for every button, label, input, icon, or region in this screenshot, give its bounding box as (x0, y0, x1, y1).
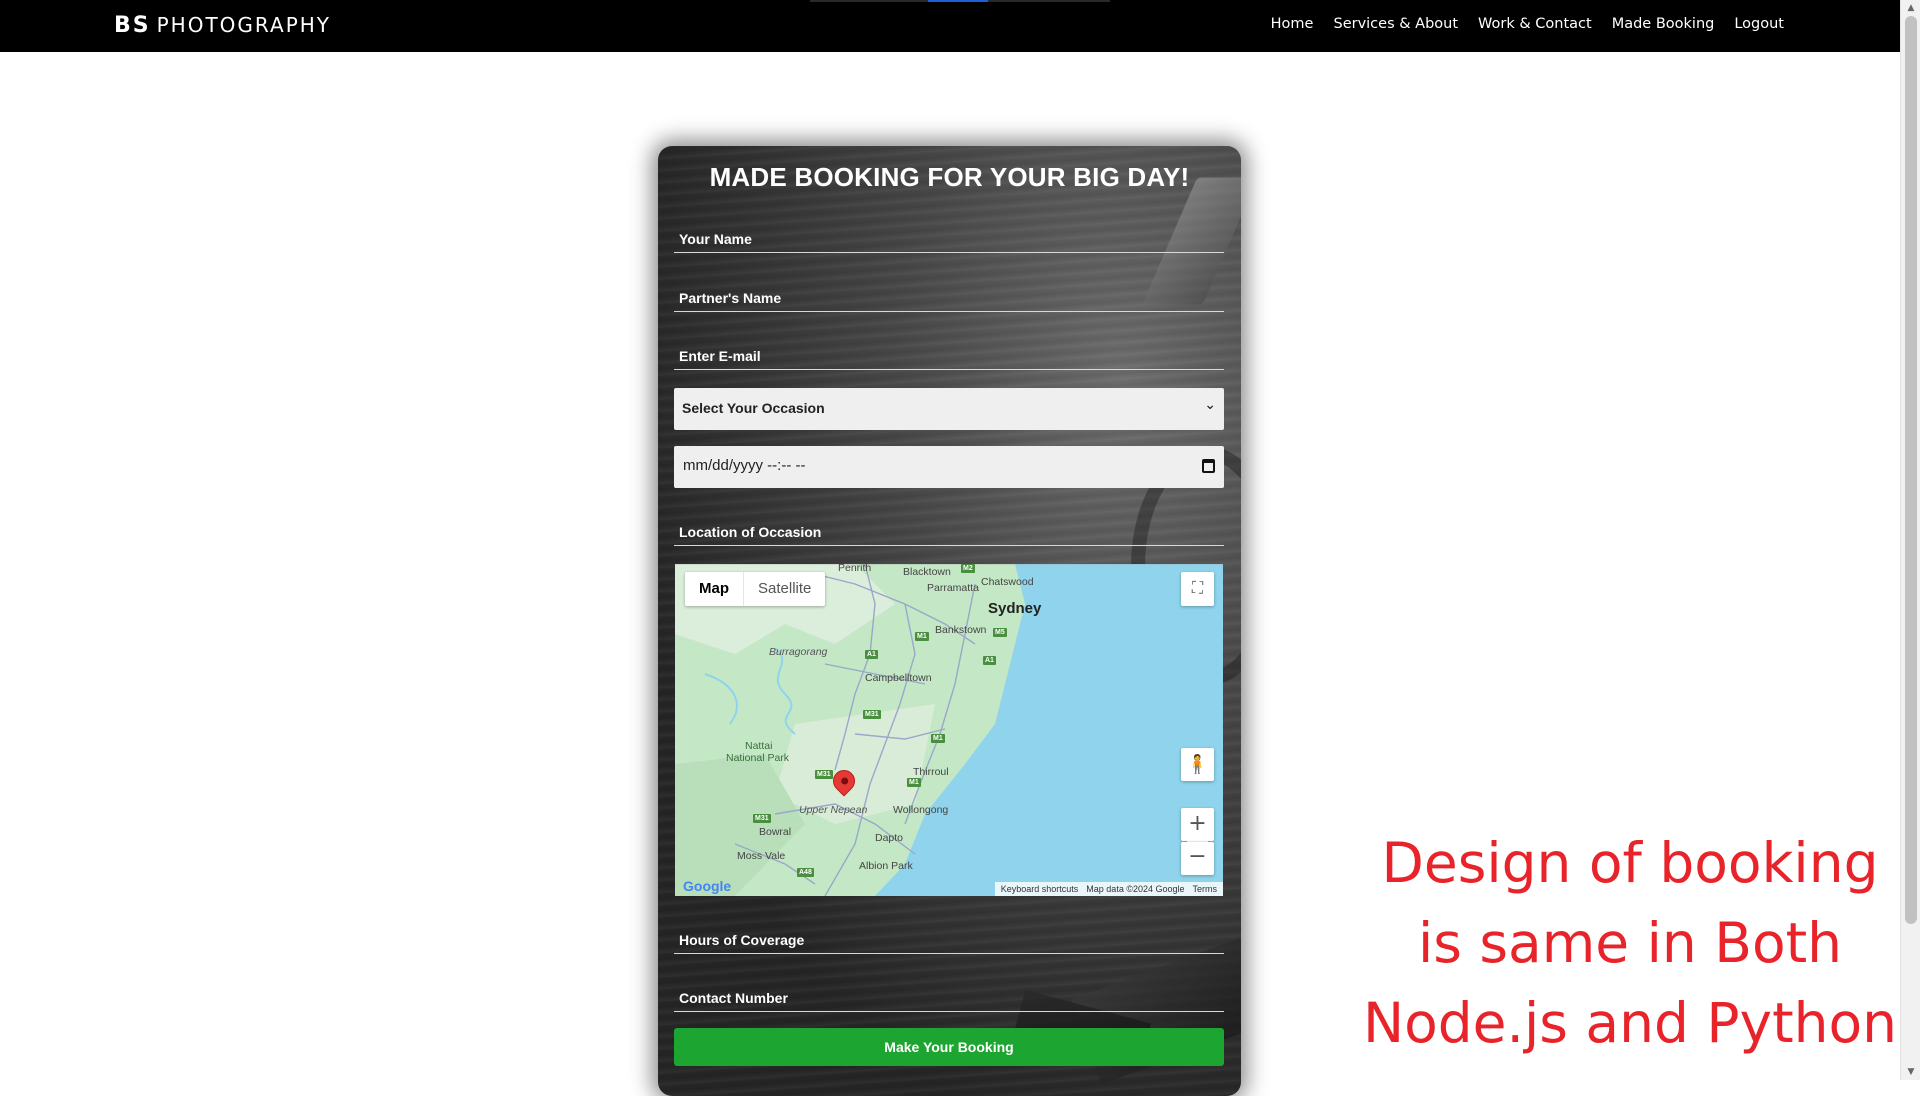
chevron-down-icon: ⌄ (1204, 397, 1216, 413)
nav-link-made-booking[interactable]: Made Booking (1612, 16, 1715, 32)
zoom-divider (1187, 841, 1208, 842)
contact-number-input[interactable] (674, 972, 1224, 1011)
road-shield: M1 (915, 632, 929, 641)
google-logo: Google (683, 878, 731, 894)
map-label: Wollongong (893, 804, 949, 816)
annotation-line: Node.js and Python (1362, 991, 1898, 1055)
map-label: Thirroul (913, 766, 949, 778)
map-label: Burragorang (769, 646, 828, 658)
map-label: Albion Park (859, 860, 913, 872)
map-label: Campbelltown (865, 672, 932, 684)
map-label: Upper Nepean (799, 804, 868, 816)
road-shield: M5 (993, 628, 1007, 637)
nav-link-services-about[interactable]: Services & About (1333, 16, 1458, 32)
map-widget[interactable]: Penrith Blacktown Parramatta Chatswood S… (675, 564, 1223, 896)
map-type-map-button[interactable]: Map (685, 572, 744, 606)
design-note-annotation: Design of booking is same in Both Node.j… (1360, 823, 1900, 1063)
road-shield: A1 (983, 656, 996, 665)
scroll-down-icon[interactable]: ▼ (1901, 1064, 1920, 1080)
road-shield: M31 (753, 814, 771, 823)
map-label: Nattai (745, 740, 773, 752)
map-data-attribution: Map data ©2024 Google (1086, 884, 1185, 894)
map-label: Bankstown (935, 624, 987, 636)
map-label: Parramatta (927, 582, 979, 594)
map-footer: Keyboard shortcuts Map data ©2024 Google… (994, 882, 1223, 896)
datetime-value: mm/dd/yyyy --:-- -- (683, 457, 806, 474)
map-label: Moss Vale (737, 850, 786, 862)
map-label: Bowral (759, 826, 792, 838)
scroll-up-icon[interactable]: ▲ (1901, 0, 1920, 16)
datetime-input[interactable]: mm/dd/yyyy --:-- -- (674, 446, 1224, 488)
brand-text: PHOTOGRAPHY (156, 13, 332, 37)
location-input[interactable] (674, 506, 1224, 545)
road-shield: A48 (797, 868, 814, 877)
map-canvas[interactable] (675, 564, 1223, 896)
annotation-line: is same in Both (1417, 911, 1843, 975)
road-shield: M2 (961, 564, 975, 573)
zoom-in-button[interactable]: + (1181, 808, 1214, 841)
road-shield: A1 (865, 650, 878, 659)
terms-link[interactable]: Terms (1193, 884, 1218, 894)
booking-card: MADE BOOKING FOR YOUR BIG DAY! Select Yo… (658, 146, 1241, 1096)
map-label: Dapto (875, 832, 904, 844)
scrollbar-thumb[interactable] (1905, 16, 1917, 924)
calendar-icon[interactable] (1202, 459, 1215, 473)
road-shield: M1 (907, 778, 921, 787)
contact-field (674, 972, 1224, 1012)
nav-link-work-contact[interactable]: Work & Contact (1478, 16, 1592, 32)
nav-accent-segment (928, 0, 988, 2)
email-field (674, 330, 1224, 370)
fullscreen-icon[interactable]: ⛶ (1181, 572, 1214, 606)
road-shield: M31 (863, 710, 881, 719)
hours-field (674, 914, 1224, 954)
nav-link-logout[interactable]: Logout (1734, 16, 1784, 32)
email-input[interactable] (674, 330, 1224, 369)
hours-coverage-input[interactable] (674, 914, 1224, 953)
map-label: Chatswood (981, 576, 1034, 588)
map-label: Blacktown (903, 566, 951, 578)
booking-title: MADE BOOKING FOR YOUR BIG DAY! (709, 162, 1190, 192)
map-type-toggle: Map Satellite (685, 572, 826, 606)
street-view-pegman-icon[interactable]: 🧍 (1181, 748, 1214, 781)
annotation-line: Design of booking (1381, 831, 1879, 895)
zoom-out-button[interactable]: − (1181, 842, 1214, 875)
location-field (674, 506, 1224, 546)
brand-logo[interactable]: BS PHOTOGRAPHY (114, 13, 331, 38)
nav-links: Home Services & About Work & Contact Mad… (1271, 16, 1784, 32)
nav-accent-bar (810, 0, 1110, 2)
partner-name-input[interactable] (674, 272, 1224, 311)
occasion-select[interactable]: Select Your Occasion ⌄ (674, 388, 1224, 430)
map-label: Penrith (838, 564, 872, 574)
map-type-satellite-button[interactable]: Satellite (744, 572, 825, 606)
road-shield: M31 (815, 770, 833, 779)
road-shield: M1 (931, 734, 945, 743)
brand-bold: BS (114, 13, 151, 38)
partner-field (674, 272, 1224, 312)
navbar: BS PHOTOGRAPHY Home Services & About Work… (0, 0, 1900, 52)
map-label: Sydney (988, 600, 1042, 617)
occasion-select-value: Select Your Occasion (682, 400, 825, 416)
name-field (674, 213, 1224, 253)
keyboard-shortcuts-link[interactable]: Keyboard shortcuts (1001, 884, 1079, 894)
page-scrollbar[interactable]: ▲ ▼ (1900, 0, 1920, 1080)
make-booking-button[interactable]: Make Your Booking (674, 1028, 1224, 1066)
google-logo-text: Google (683, 878, 732, 894)
map-label: National Park (726, 752, 790, 764)
nav-link-home[interactable]: Home (1271, 16, 1314, 32)
name-input[interactable] (674, 213, 1224, 252)
